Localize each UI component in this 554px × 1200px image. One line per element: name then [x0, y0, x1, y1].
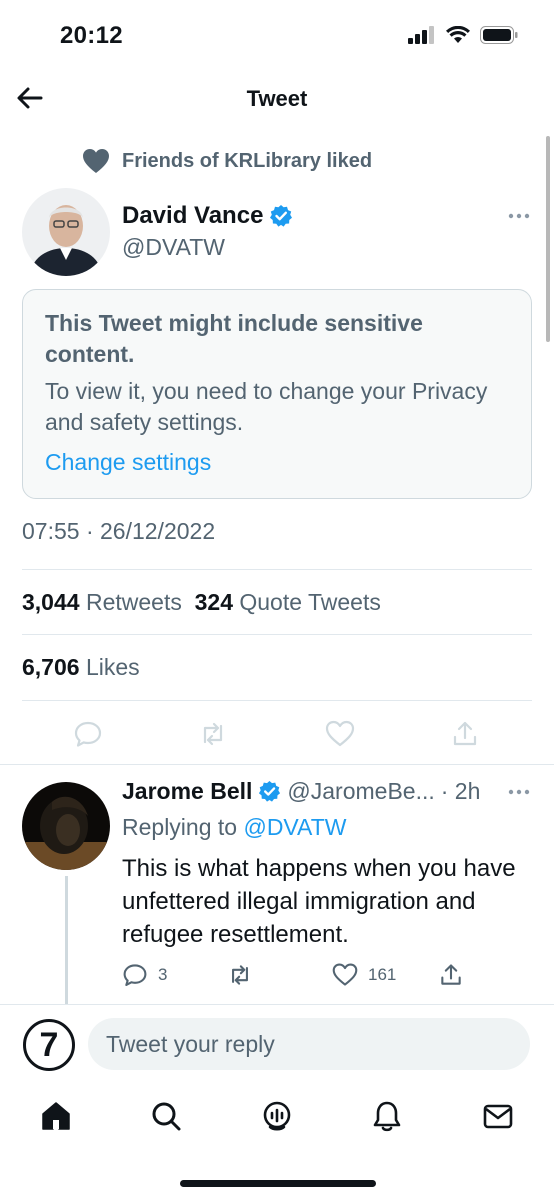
replying-to: Replying to @DVATW [122, 814, 346, 841]
page-title: Tweet [246, 86, 308, 111]
likes-label: Likes [85, 654, 140, 680]
battery-icon [480, 26, 518, 44]
divider [22, 569, 532, 570]
status-bar: 20:12 [0, 0, 554, 70]
reply-time: · 2h [440, 778, 481, 804]
reply-reply-button[interactable]: 3 [122, 962, 167, 988]
retweet-icon[interactable] [198, 719, 228, 749]
status-icons [408, 26, 518, 44]
reply-count: 3 [158, 965, 168, 984]
quotes-label: Quote Tweets [239, 589, 381, 615]
change-settings-link[interactable]: Change settings [45, 447, 509, 478]
like-count: 161 [368, 965, 397, 984]
reply-icon[interactable] [73, 719, 103, 749]
spaces-icon[interactable] [261, 1100, 293, 1132]
likes-count: 6,706 [22, 654, 80, 680]
heart-icon [83, 149, 109, 173]
author-name[interactable]: David Vance [122, 202, 263, 230]
likes-stats[interactable]: 6,706 Likes [22, 654, 140, 681]
like-icon[interactable] [325, 719, 355, 749]
verified-badge-icon [259, 780, 281, 802]
verified-badge-icon [270, 205, 293, 227]
more-options-icon[interactable] [508, 213, 530, 219]
tweet-timestamp[interactable]: 07:55 · 26/12/2022 [22, 518, 215, 545]
social-context: Friends of KRLibrary liked [82, 148, 372, 174]
divider [22, 700, 532, 701]
reply-author-avatar[interactable] [22, 782, 110, 870]
share-icon[interactable] [450, 719, 480, 749]
more-options-icon[interactable] [508, 789, 530, 795]
reply-share-button[interactable] [438, 962, 464, 988]
sensitive-body: To view it, you need to change your Priv… [45, 378, 488, 435]
like-icon [332, 963, 358, 986]
reply-retweet-button[interactable] [226, 962, 254, 988]
replying-to-link[interactable]: @DVATW [243, 814, 346, 840]
retweet-icon [232, 965, 248, 985]
signal-icon [408, 26, 434, 44]
author-handle[interactable]: @DVATW [122, 234, 225, 261]
sensitive-content-notice: This Tweet might include sensitive conte… [22, 289, 532, 499]
social-context-label: Friends of KRLibrary liked [122, 149, 373, 172]
reply-author-name[interactable]: Jarome Bell [122, 778, 252, 805]
author-name-row: David Vance [122, 202, 293, 230]
search-icon[interactable] [150, 1100, 182, 1132]
sensitive-title: This Tweet might include sensitive conte… [45, 310, 423, 367]
divider [22, 634, 532, 635]
quotes-count: 324 [194, 589, 233, 615]
divider [0, 1004, 554, 1005]
user-avatar[interactable]: 7 [23, 1019, 75, 1071]
divider [0, 764, 554, 765]
reply-icon [123, 964, 147, 987]
author-avatar[interactable] [22, 188, 110, 276]
nav-bar: Tweet [0, 72, 554, 128]
retweets-count: 3,044 [22, 589, 80, 615]
quote-count-link[interactable]: 324 Quote Tweets [195, 589, 381, 615]
reply-text: This is what happens when you have unfet… [122, 855, 516, 948]
retweet-count-link[interactable]: 3,044 Retweets [22, 589, 182, 615]
thread-line [65, 876, 68, 1004]
status-time: 20:12 [60, 22, 123, 49]
reply-like-button[interactable]: 161 [332, 962, 396, 988]
home-icon[interactable] [40, 1100, 72, 1132]
retweet-stats: 3,044 Retweets 324 Quote Tweets [22, 589, 381, 616]
home-indicator[interactable] [180, 1180, 376, 1187]
reply-name-row: Jarome Bell @JaromeBe... · 2h [122, 778, 480, 805]
wifi-icon [446, 26, 470, 43]
replying-prefix: Replying to [122, 814, 238, 840]
scrollbar[interactable] [546, 136, 550, 342]
reply-author-handle[interactable]: @JaromeBe... [287, 778, 434, 805]
retweets-label: Retweets [85, 589, 182, 615]
share-icon [441, 964, 461, 985]
notifications-icon[interactable] [371, 1100, 403, 1132]
reply-input[interactable]: Tweet your reply [88, 1018, 530, 1070]
messages-icon[interactable] [482, 1100, 514, 1132]
